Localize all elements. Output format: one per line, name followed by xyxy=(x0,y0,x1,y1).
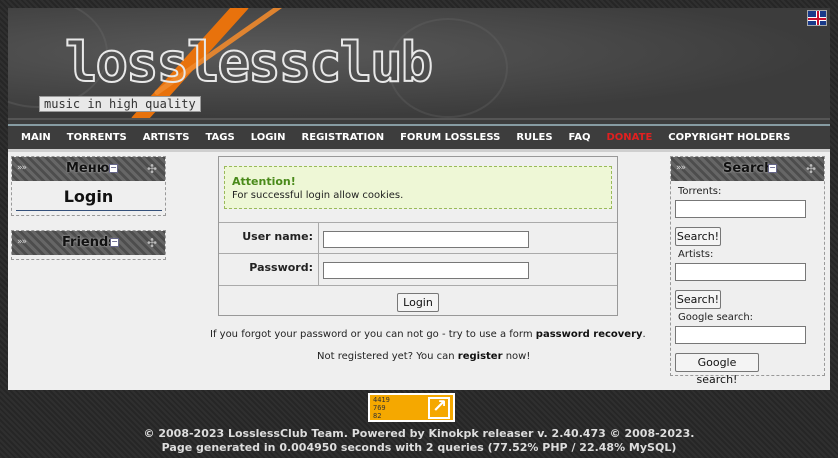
nav-main[interactable]: MAIN xyxy=(13,132,59,143)
collapse-icon[interactable]: − xyxy=(768,164,777,173)
friends-title: Friends xyxy=(62,235,117,250)
nav-registration[interactable]: REGISTRATION xyxy=(294,132,393,143)
artists-search-button[interactable]: Search! xyxy=(675,290,721,309)
menu-title: Меню xyxy=(66,161,110,176)
search-block-header: »» Search − ✣ xyxy=(671,157,824,181)
nav-copyright-holders[interactable]: COPYRIGHT HOLDERS xyxy=(660,132,798,143)
username-input[interactable] xyxy=(323,231,529,248)
password-row: Password: xyxy=(219,253,617,286)
forgot-end: . xyxy=(642,329,646,340)
torrents-search-button[interactable]: Search! xyxy=(675,227,721,246)
google-search-button[interactable]: Google search! xyxy=(675,353,759,386)
arrows-icon: »» xyxy=(17,163,27,173)
username-label: User name: xyxy=(242,230,313,243)
nav-donate[interactable]: DONATE xyxy=(598,132,660,143)
nav-artists[interactable]: ARTISTS xyxy=(135,132,198,143)
login-form: Attention! For successful login allow co… xyxy=(218,156,618,316)
login-button[interactable]: Login xyxy=(397,293,439,312)
register-prefix: Not registered yet? You can xyxy=(317,351,458,362)
site-logo[interactable]: losslessclub xyxy=(64,35,434,91)
google-search-label: Google search: xyxy=(678,312,754,323)
nav-forum-lossless[interactable]: FORUM LOSSLESS xyxy=(392,132,508,143)
counter-line: 4419 xyxy=(373,396,390,404)
visit-counter[interactable]: 4419 769 82 xyxy=(368,393,455,422)
counter-numbers: 4419 769 82 xyxy=(373,396,390,420)
attention-title: Attention! xyxy=(232,175,296,188)
move-handle-icon[interactable]: ✣ xyxy=(806,162,816,176)
footer-copyright: © 2008-2023 LosslessClub Team. Powered b… xyxy=(143,427,695,440)
counter-line: 769 xyxy=(373,404,386,412)
forgot-password-text: If you forgot your password or you can n… xyxy=(210,329,646,340)
torrents-search-input[interactable] xyxy=(675,200,806,218)
artists-search-input[interactable] xyxy=(675,263,806,281)
arrows-icon: »» xyxy=(676,163,686,173)
menu-block: »» Меню − ✣ Login xyxy=(11,156,166,216)
google-search-input[interactable] xyxy=(675,326,806,344)
attention-notice: Attention! For successful login allow co… xyxy=(224,166,612,209)
login-heading[interactable]: Login xyxy=(12,187,165,206)
site-tagline: music in high quality xyxy=(39,96,201,112)
search-block: »» Search − ✣ Torrents: Search! Artists:… xyxy=(670,156,825,386)
page-container: losslessclub music in high quality MAIN … xyxy=(8,8,830,390)
collapse-icon[interactable]: − xyxy=(109,164,118,173)
attention-text: For successful login allow cookies. xyxy=(232,190,404,201)
submit-row: Login xyxy=(219,285,617,316)
move-handle-icon[interactable]: ✣ xyxy=(147,162,157,176)
register-link[interactable]: register xyxy=(458,351,503,362)
site-header: losslessclub music in high quality xyxy=(8,8,830,118)
move-handle-icon[interactable]: ✣ xyxy=(147,236,157,250)
artists-label: Artists: xyxy=(678,249,714,260)
main-nav: MAIN TORRENTS ARTISTS TAGS LOGIN REGISTR… xyxy=(8,118,830,152)
torrents-label: Torrents: xyxy=(678,186,722,197)
password-input[interactable] xyxy=(323,262,529,279)
friends-block-header: »» Friends − ✣ xyxy=(12,231,165,255)
nav-faq[interactable]: FAQ xyxy=(561,132,599,143)
nav-tags[interactable]: TAGS xyxy=(198,132,243,143)
username-row: User name: xyxy=(219,222,617,254)
counter-arrow-icon xyxy=(428,396,450,419)
nav-rules[interactable]: RULES xyxy=(508,132,560,143)
counter-line: 82 xyxy=(373,412,382,420)
password-label: Password: xyxy=(249,261,313,274)
arrows-icon: »» xyxy=(17,237,27,247)
menu-block-header: »» Меню − ✣ xyxy=(12,157,165,181)
nav-torrents[interactable]: TORRENTS xyxy=(59,132,135,143)
search-title: Search xyxy=(723,161,774,176)
register-text: Not registered yet? You can register now… xyxy=(317,351,530,362)
login-underline xyxy=(16,210,162,211)
register-suffix: now! xyxy=(502,351,531,362)
password-recovery-link[interactable]: password recovery xyxy=(536,329,643,340)
collapse-icon[interactable]: − xyxy=(110,238,119,247)
uk-flag-icon[interactable] xyxy=(807,10,827,26)
nav-login[interactable]: LOGIN xyxy=(243,132,294,143)
footer-generation-stats: Page generated in 0.004950 seconds with … xyxy=(161,441,677,454)
forgot-text: If you forgot your password or you can n… xyxy=(210,329,536,340)
friends-block: »» Friends − ✣ xyxy=(11,230,166,260)
